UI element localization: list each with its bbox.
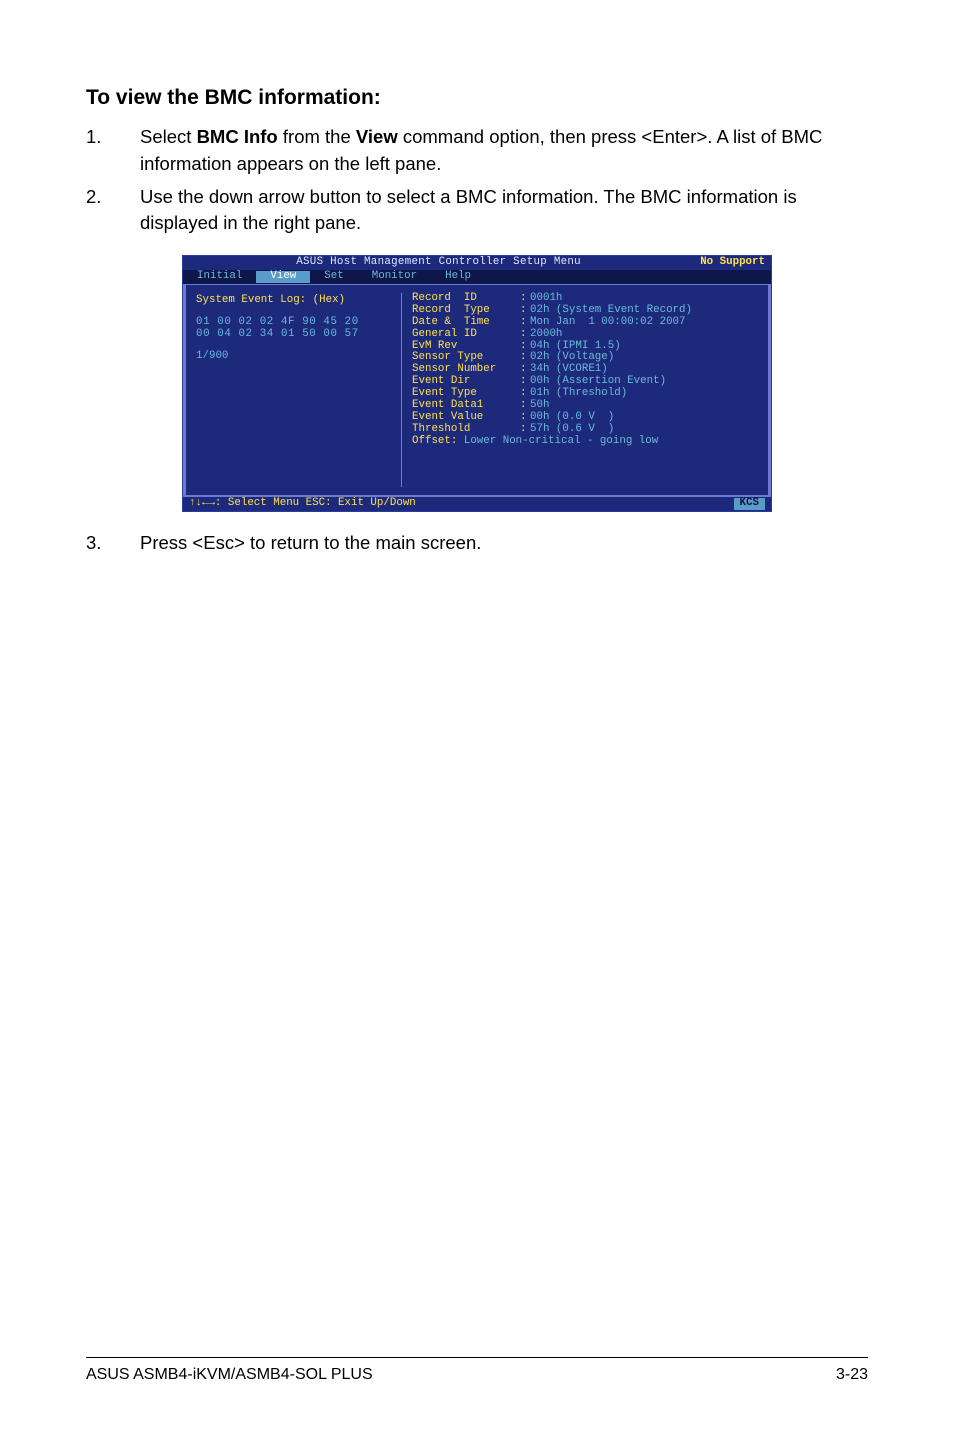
- steps-list-before: 1.Select BMC Info from the View command …: [86, 124, 868, 237]
- terminal-footer-left: ↑↓←→: Select Menu ESC: Exit Up/Down: [189, 498, 734, 510]
- step-number: 3.: [86, 530, 140, 557]
- step-text: Press <Esc> to return to the main screen…: [140, 530, 868, 557]
- record-field: Record Type : 02h (System Event Record): [412, 305, 762, 317]
- record-field-key: Threshold: [412, 424, 520, 436]
- sel-index: 1/900: [196, 351, 395, 363]
- record-field-sep: :: [520, 329, 530, 341]
- record-field-key: Event Data1: [412, 400, 520, 412]
- terminal-footer-right: KCS: [734, 498, 765, 510]
- record-field: General ID : 2000h: [412, 329, 762, 341]
- record-field-value: 00h (0.0 V ): [530, 412, 614, 424]
- terminal-menu-item: Initial: [183, 271, 256, 283]
- record-field: Event Data1 : 50h: [412, 400, 762, 412]
- footer-rule: [86, 1357, 868, 1358]
- record-field: Date & Time : Mon Jan 1 00:00:02 2007: [412, 317, 762, 329]
- terminal-left-pane: System Event Log: (Hex) 01 00 02 02 4F 9…: [192, 293, 402, 487]
- sel-hex-row-1: 01 00 02 02 4F 90 45 20: [196, 317, 395, 329]
- record-field-sep: :: [520, 412, 530, 424]
- step-item: 2.Use the down arrow button to select a …: [86, 184, 868, 238]
- record-field-sep: :: [520, 305, 530, 317]
- record-field-value: 57h (0.6 V ): [530, 424, 614, 436]
- terminal-menu: InitialViewSetMonitorHelp: [183, 270, 771, 284]
- step-number: 2.: [86, 184, 140, 238]
- record-field-key: General ID: [412, 329, 520, 341]
- terminal-menu-item: Set: [310, 271, 357, 283]
- page-footer: ASUS ASMB4-iKVM/ASMB4-SOL PLUS 3-23: [86, 1357, 868, 1384]
- terminal-title: ASUS Host Management Controller Setup Me…: [183, 256, 694, 270]
- record-offset-key: Offset:: [412, 436, 457, 448]
- record-field-key: Event Value: [412, 412, 520, 424]
- sel-hex-row-2: 00 04 02 34 01 50 00 57: [196, 329, 395, 341]
- step-item: 1.Select BMC Info from the View command …: [86, 124, 868, 178]
- terminal-screenshot: ASUS Host Management Controller Setup Me…: [86, 255, 868, 512]
- record-field: Threshold : 57h (0.6 V ): [412, 424, 762, 436]
- record-field-sep: :: [520, 317, 530, 329]
- footer-left: ASUS ASMB4-iKVM/ASMB4-SOL PLUS: [86, 1366, 373, 1384]
- record-field-key: Record Type: [412, 305, 520, 317]
- record-field-value: 50h: [530, 400, 549, 412]
- step-number: 1.: [86, 124, 140, 178]
- record-field-value: 02h (System Event Record): [530, 305, 692, 317]
- section-heading: To view the BMC information:: [86, 86, 868, 110]
- terminal-right-pane: Record ID : 0001hRecord Type : 02h (Syst…: [402, 293, 762, 487]
- record-field-key: Date & Time: [412, 317, 520, 329]
- record-field: Event Value : 00h (0.0 V ): [412, 412, 762, 424]
- terminal-menu-item: Help: [431, 271, 485, 283]
- record-field-sep: :: [520, 424, 530, 436]
- terminal-menu-item: Monitor: [358, 271, 431, 283]
- terminal-menu-item: View: [256, 271, 310, 283]
- step-text: Select BMC Info from the View command op…: [140, 124, 868, 178]
- terminal-nosupport: No Support: [694, 256, 771, 270]
- steps-list-after: 3.Press <Esc> to return to the main scre…: [86, 530, 868, 557]
- record-field-value: Mon Jan 1 00:00:02 2007: [530, 317, 686, 329]
- record-field-sep: :: [520, 400, 530, 412]
- record-offset: Offset: Lower Non-critical - going low: [412, 436, 762, 448]
- footer-right: 3-23: [836, 1366, 868, 1384]
- record-offset-value: Lower Non-critical - going low: [457, 436, 658, 448]
- sel-header: System Event Log: (Hex): [196, 295, 395, 307]
- record-field-value: 2000h: [530, 329, 562, 341]
- step-text: Use the down arrow button to select a BM…: [140, 184, 868, 238]
- step-item: 3.Press <Esc> to return to the main scre…: [86, 530, 868, 557]
